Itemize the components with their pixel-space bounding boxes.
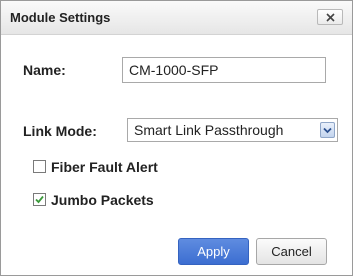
close-icon bbox=[326, 13, 335, 22]
jumbo-packets-label: Jumbo Packets bbox=[51, 192, 154, 208]
dropdown-button[interactable] bbox=[320, 122, 335, 138]
link-mode-label: Link Mode: bbox=[23, 123, 97, 139]
fiber-fault-alert-label: Fiber Fault Alert bbox=[51, 159, 158, 175]
dialog-titlebar[interactable]: Module Settings bbox=[1, 1, 352, 35]
fiber-fault-alert-checkbox[interactable] bbox=[33, 160, 46, 173]
jumbo-packets-checkbox[interactable] bbox=[33, 193, 46, 206]
dialog-title: Module Settings bbox=[10, 10, 111, 25]
name-input[interactable] bbox=[122, 57, 326, 83]
apply-button[interactable]: Apply bbox=[178, 238, 249, 265]
close-button[interactable] bbox=[317, 9, 343, 25]
link-mode-select[interactable]: Smart Link Passthrough bbox=[127, 118, 338, 142]
cancel-button[interactable]: Cancel bbox=[256, 238, 327, 265]
module-settings-dialog: Module Settings Name: Link Mode: Smart L… bbox=[0, 0, 353, 276]
chevron-down-icon bbox=[323, 127, 332, 134]
name-label: Name: bbox=[23, 62, 66, 78]
checkmark-icon bbox=[35, 195, 44, 204]
link-mode-selected-value: Smart Link Passthrough bbox=[134, 122, 284, 138]
